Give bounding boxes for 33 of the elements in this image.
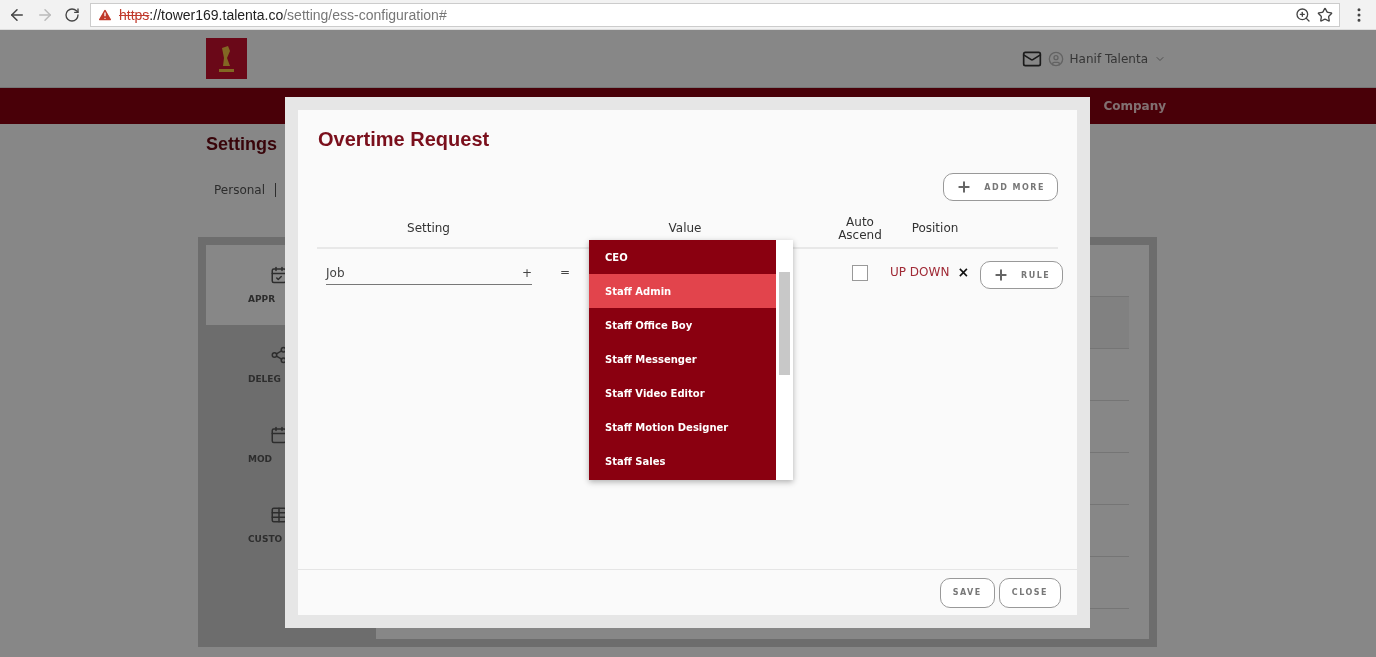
- setting-field[interactable]: Job +: [326, 261, 532, 285]
- rule-button[interactable]: RULE: [980, 261, 1064, 289]
- modal-title: Overtime Request: [318, 128, 491, 151]
- footer-button[interactable]: CLOSE: [998, 577, 1061, 608]
- warning-icon: [97, 6, 113, 23]
- table-icon: [270, 506, 288, 524]
- dropdown-option[interactable]: Staff Admin: [589, 274, 776, 308]
- address-bar[interactable]: https://tower169.talenta.co/setting/ess-configuration#: [90, 2, 1340, 27]
- auto-ascend-checkbox[interactable]: [852, 265, 868, 281]
- add-more-button[interactable]: ADD MORE: [943, 173, 1058, 201]
- scrollbar[interactable]: [776, 240, 793, 480]
- column-header: Position: [911, 222, 959, 236]
- avatar-icon: [1047, 50, 1064, 67]
- bookmark-star-icon[interactable]: [1317, 6, 1333, 23]
- page-title: Settings: [206, 134, 277, 155]
- sidebar-label: CUSTO: [248, 534, 283, 544]
- column-header: Auto Ascend: [838, 215, 882, 243]
- column-header: Value: [668, 222, 702, 236]
- remove-button[interactable]: ×: [957, 265, 970, 279]
- sidebar-label: APPR: [248, 294, 276, 304]
- zoom-icon[interactable]: [1295, 6, 1311, 23]
- equals-sign: =: [560, 265, 571, 279]
- plus-icon: [993, 267, 1009, 283]
- position-link[interactable]: UP DOWN: [890, 265, 950, 279]
- url-text: https://tower169.talenta.co/setting/ess-configuration#: [119, 6, 447, 23]
- column-header: Setting: [407, 222, 450, 236]
- footer-button[interactable]: SAVE: [939, 577, 995, 608]
- user-name[interactable]: Hanif Talenta: [1069, 51, 1148, 66]
- tab[interactable]: Personal: [214, 183, 276, 197]
- sidebar-label: MOD: [248, 454, 273, 464]
- reload-icon[interactable]: [64, 6, 80, 23]
- sidebar-label: DELEG: [248, 374, 281, 384]
- logo: [206, 38, 247, 79]
